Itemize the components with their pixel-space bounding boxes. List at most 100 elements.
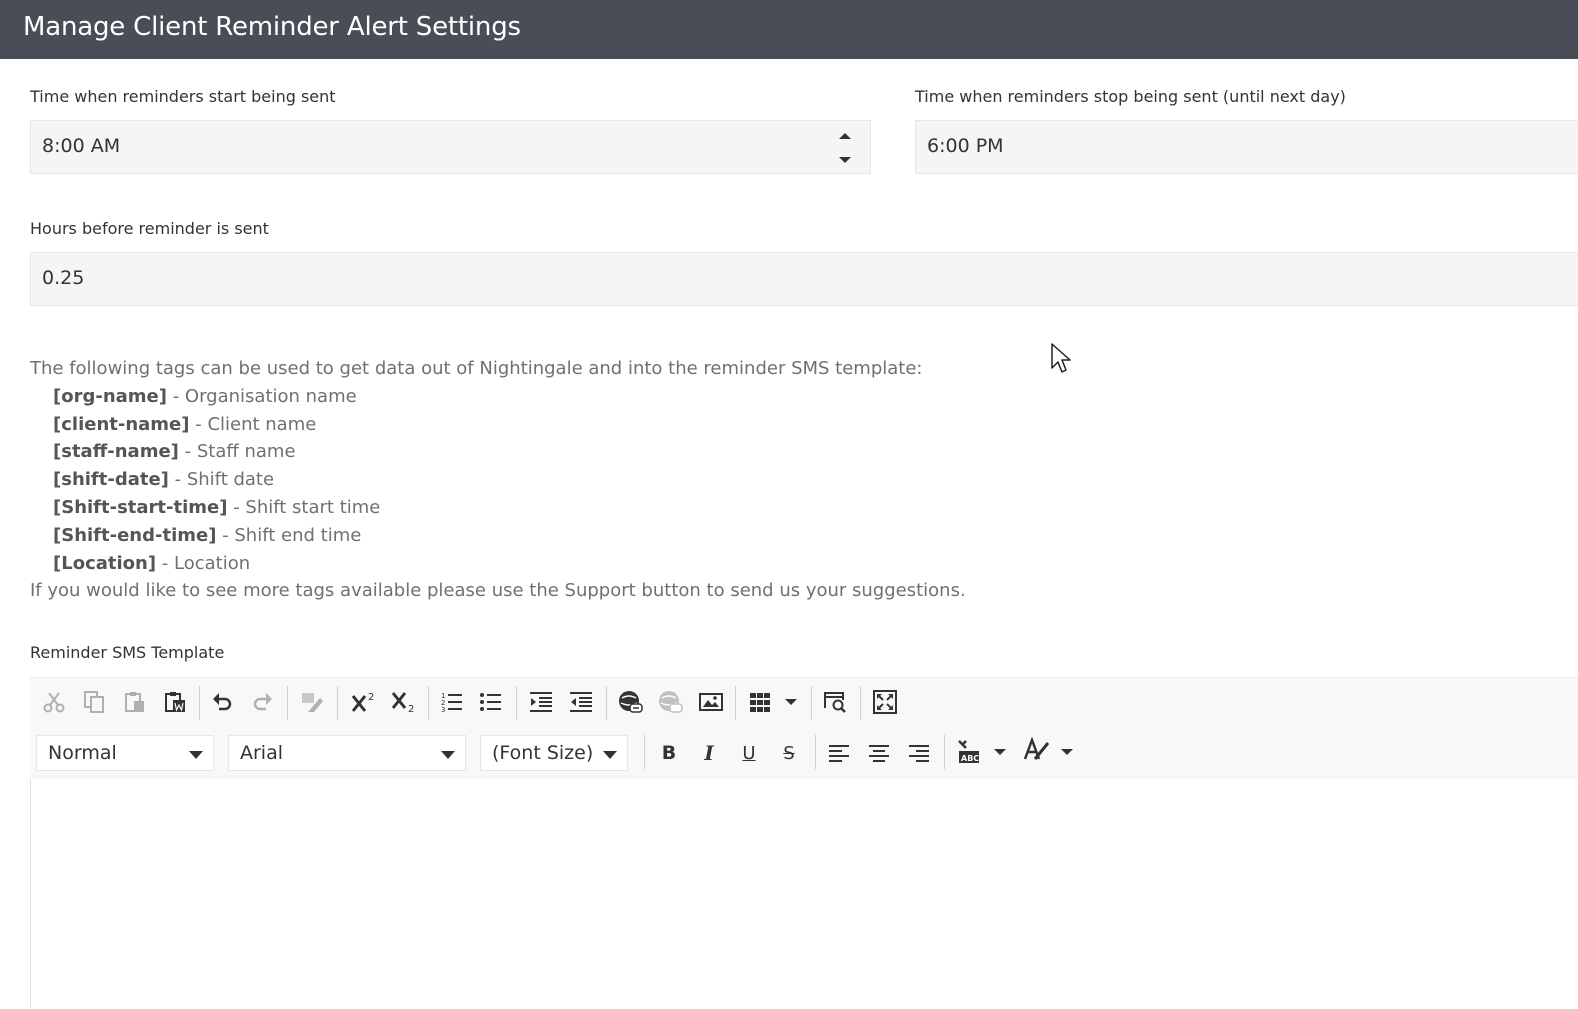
svg-text:2: 2 (408, 704, 414, 714)
font-select-value: Arial (240, 742, 284, 764)
preview-button[interactable] (818, 685, 852, 719)
spin-up-icon[interactable] (838, 129, 852, 143)
toolbar-separator (815, 735, 816, 769)
chevron-down-icon (1061, 749, 1073, 755)
copy-icon (84, 691, 104, 713)
svg-text:2: 2 (368, 692, 374, 703)
numbered-list-button[interactable]: 123 (435, 685, 469, 719)
undo-button[interactable] (205, 685, 239, 719)
stop-time-input[interactable]: 6:00 PM (915, 120, 1578, 174)
start-time-value: 8:00 AM (42, 135, 121, 157)
chevron-down-icon (994, 749, 1006, 755)
format-select[interactable]: Normal (36, 735, 214, 771)
chevron-down-icon (603, 751, 617, 759)
redo-button[interactable] (246, 685, 280, 719)
cut-button[interactable] (37, 685, 71, 719)
align-left-button[interactable] (822, 736, 856, 770)
tag-name: [staff-name] (53, 441, 179, 463)
tag-item: [Location] - Location (30, 550, 1030, 578)
hours-before-label: Hours before reminder is sent (30, 219, 269, 238)
align-center-icon (869, 745, 889, 762)
spell-check-button[interactable]: ABC (952, 735, 986, 769)
tag-item: [staff-name] - Staff name (30, 438, 1030, 466)
tag-item: [Shift-start-time] - Shift start time (30, 494, 1030, 522)
outdent-button[interactable] (564, 685, 598, 719)
unlink-button[interactable] (653, 685, 687, 719)
indent-icon (530, 692, 552, 712)
superscript-icon: 2 (351, 692, 374, 712)
stop-time-label: Time when reminders stop being sent (unt… (915, 87, 1346, 106)
numbered-list-icon: 123 (441, 692, 462, 714)
remove-format-button[interactable] (295, 685, 329, 719)
hours-before-input[interactable]: 0.25 (30, 252, 1578, 306)
spin-down-icon[interactable] (838, 153, 852, 167)
subscript-icon: 2 (391, 692, 414, 714)
text-style-dropdown-button[interactable] (1055, 735, 1079, 769)
tags-intro: The following tags can be used to get da… (30, 358, 923, 379)
spell-check-icon: ABC (958, 740, 979, 763)
remove-format-icon (302, 693, 323, 712)
sms-template-editor[interactable] (30, 779, 1578, 1009)
italic-button[interactable]: I (692, 736, 726, 770)
bold-icon: B (661, 742, 677, 764)
toolbar-separator (287, 686, 288, 720)
copy-button[interactable] (77, 685, 111, 719)
subscript-button[interactable]: 2 (387, 685, 421, 719)
redo-icon (253, 693, 272, 711)
bulleted-list-button[interactable] (474, 685, 508, 719)
tags-info: The following tags can be used to get da… (30, 355, 1030, 605)
strikethrough-button[interactable]: S (772, 736, 806, 770)
superscript-button[interactable]: 2 (347, 685, 381, 719)
page-header: Manage Client Reminder Alert Settings (0, 0, 1578, 59)
align-right-icon (909, 745, 929, 762)
tag-desc: - Shift start time (227, 496, 381, 518)
toolbar-separator (944, 735, 945, 769)
toolbar-separator (811, 686, 812, 720)
insert-link-button[interactable] (613, 685, 647, 719)
svg-text:ABC: ABC (961, 754, 979, 763)
text-style-button[interactable] (1020, 733, 1054, 767)
align-center-button[interactable] (862, 736, 896, 770)
font-size-select[interactable]: (Font Size) (480, 735, 628, 771)
spell-check-dropdown-button[interactable] (988, 735, 1012, 769)
text-style-icon (1023, 737, 1050, 760)
chevron-down-icon (189, 751, 203, 759)
hours-before-value: 0.25 (42, 267, 85, 289)
tag-item: [client-name] - Client name (30, 411, 1030, 439)
paste-icon (125, 692, 144, 712)
tag-name: [Shift-end-time] (53, 524, 217, 546)
image-icon (699, 693, 723, 711)
table-icon (750, 693, 770, 712)
indent-button[interactable] (524, 685, 558, 719)
tag-name: [client-name] (53, 413, 190, 435)
maximize-button[interactable] (868, 685, 902, 719)
align-left-icon (829, 745, 849, 762)
strikethrough-icon: S (783, 742, 795, 764)
sms-template-label: Reminder SMS Template (30, 643, 225, 662)
stop-time-value: 6:00 PM (927, 135, 1004, 157)
toolbar-separator (860, 686, 861, 720)
tag-item: [Shift-end-time] - Shift end time (30, 522, 1030, 550)
toolbar-separator (337, 686, 338, 720)
paste-from-word-icon (165, 692, 185, 712)
bold-button[interactable]: B (652, 736, 686, 770)
font-size-select-value: (Font Size) (492, 742, 594, 764)
tag-item: [org-name] - Organisation name (30, 383, 1030, 411)
toolbar-separator (428, 686, 429, 720)
align-right-button[interactable] (902, 736, 936, 770)
table-dropdown-button[interactable] (778, 685, 804, 719)
tag-name: [shift-date] (53, 469, 169, 491)
underline-button[interactable]: U (732, 736, 766, 770)
link-icon (619, 691, 643, 713)
toolbar-separator (516, 686, 517, 720)
tag-desc: - Client name (189, 413, 317, 435)
paste-from-word-button[interactable] (158, 685, 192, 719)
font-select[interactable]: Arial (228, 735, 466, 771)
tags-outro: If you would like to see more tags avail… (30, 580, 966, 602)
italic-icon: I (704, 741, 714, 765)
insert-image-button[interactable] (694, 685, 728, 719)
insert-table-button[interactable] (743, 685, 777, 719)
chevron-down-icon (441, 751, 455, 759)
paste-button[interactable] (118, 685, 152, 719)
start-time-input[interactable]: 8:00 AM (30, 120, 871, 174)
